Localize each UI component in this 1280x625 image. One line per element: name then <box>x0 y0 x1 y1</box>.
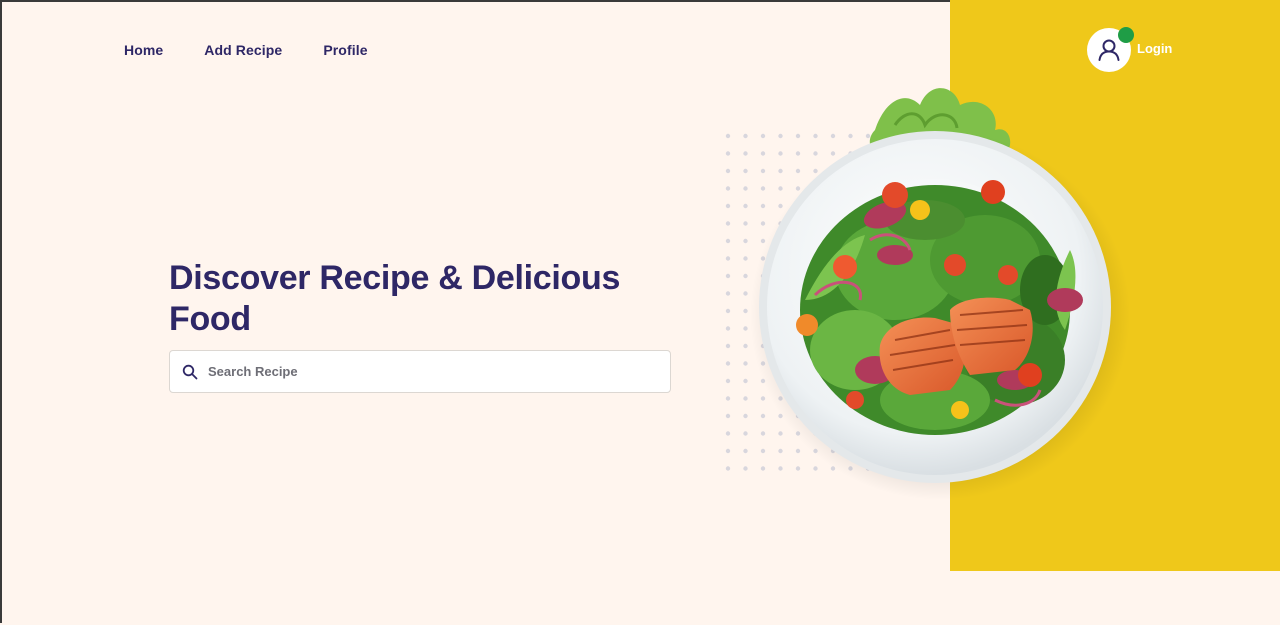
nav-add-recipe-link[interactable]: Add Recipe <box>204 42 282 58</box>
avatar[interactable] <box>1087 27 1134 72</box>
hero-title: Discover Recipe & Delicious Food <box>169 259 621 338</box>
search-icon <box>182 364 198 380</box>
search-box <box>169 350 671 393</box>
search-input[interactable] <box>206 355 650 388</box>
user-icon <box>1098 39 1120 61</box>
nav-home-link[interactable]: Home <box>124 42 163 58</box>
salad-plate-image <box>750 88 1130 500</box>
nav-profile-link[interactable]: Profile <box>323 42 367 58</box>
main-nav: Home Add Recipe Profile <box>124 42 409 58</box>
login-link[interactable]: Login <box>1137 41 1172 56</box>
online-status-dot <box>1118 27 1134 43</box>
login-area: Login <box>1087 27 1172 72</box>
